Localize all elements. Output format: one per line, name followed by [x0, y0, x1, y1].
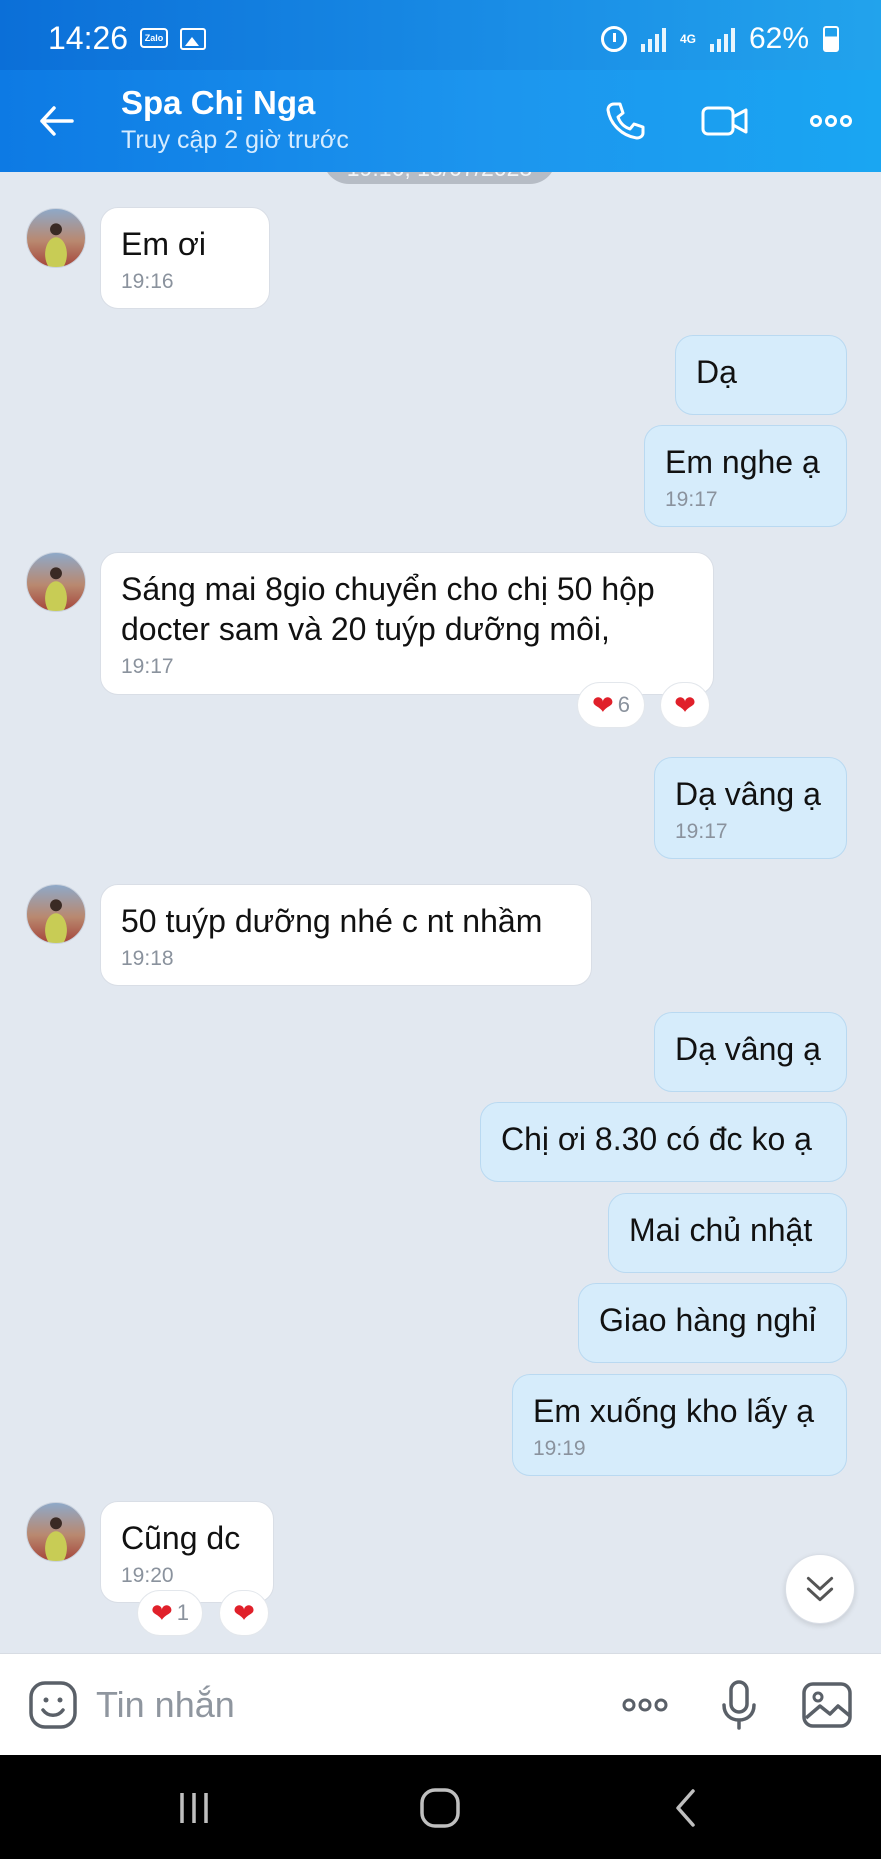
scroll-down-icon[interactable] — [785, 1554, 855, 1624]
message-outgoing[interactable]: Dạ vâng ạ 19:17 — [654, 757, 847, 859]
add-reaction-button[interactable]: ❤ — [660, 682, 710, 728]
message-outgoing[interactable]: Dạ — [675, 335, 847, 415]
message-text: Dạ vâng ạ — [675, 776, 821, 812]
chat-header: Spa Chị Nga Truy cập 2 giờ trước — [0, 70, 881, 172]
message-incoming[interactable]: 50 tuýp dưỡng nhé c nt nhầm 19:18 — [100, 884, 592, 986]
signal-icon-2 — [709, 26, 735, 52]
message-text: Chị ơi 8.30 có đc ko ạ — [501, 1121, 812, 1157]
message-time: 19:17 — [665, 488, 718, 511]
back-arrow-icon[interactable] — [34, 98, 80, 144]
battery-icon — [823, 26, 839, 52]
date-divider: 19:16, 18/07/2023 — [323, 172, 556, 184]
message-incoming[interactable]: Em ơi 19:16 — [100, 207, 270, 309]
signal-icon — [640, 26, 666, 52]
message-incoming[interactable]: Cũng dc 19:20 — [100, 1501, 274, 1603]
reaction-summary[interactable]: ❤ 1 — [137, 1590, 203, 1636]
message-text: Cũng dc — [121, 1520, 241, 1556]
mobile-data-icon: 4G — [679, 31, 696, 46]
message-time: 19:16 — [121, 270, 174, 293]
contact-last-seen: Truy cập 2 giờ trước — [121, 126, 349, 154]
message-text: Em ơi — [121, 226, 206, 262]
phone-icon[interactable] — [600, 96, 650, 146]
message-outgoing[interactable]: Em xuống kho lấy ạ 19:19 — [512, 1374, 847, 1476]
sticker-icon[interactable] — [26, 1678, 80, 1732]
microphone-icon[interactable] — [712, 1678, 766, 1732]
message-text: Mai chủ nhật — [629, 1212, 813, 1248]
message-time: 19:18 — [121, 947, 174, 970]
message-text-line: Sáng mai 8gio chuyển cho chị 50 hộp — [121, 571, 655, 607]
message-text: Em nghe ạ — [665, 444, 820, 480]
message-text: Dạ — [696, 354, 737, 390]
heart-icon: ❤ — [233, 1598, 255, 1628]
more-dots-icon[interactable] — [618, 1678, 672, 1732]
status-bar: 14:26 Zalo 4G 62% — [0, 0, 881, 70]
reaction-count: 6 — [617, 692, 631, 717]
chat-screen: 14:26 Zalo 4G 62% Spa Chị Nga Truy cập 2… — [0, 0, 881, 1859]
message-time: 19:20 — [121, 1564, 174, 1587]
status-time: 14:26 — [48, 20, 129, 56]
reaction-summary[interactable]: ❤ 6 — [577, 682, 645, 728]
message-outgoing[interactable]: Chị ơi 8.30 có đc ko ạ — [480, 1102, 847, 1182]
video-call-icon[interactable] — [700, 96, 750, 146]
gallery-notification-icon — [180, 28, 206, 50]
heart-icon: ❤ — [674, 690, 696, 720]
message-outgoing[interactable]: Giao hàng nghỉ — [578, 1283, 847, 1363]
more-options-icon[interactable] — [806, 96, 856, 146]
heart-icon: ❤ — [591, 690, 614, 720]
message-outgoing[interactable]: Em nghe ạ 19:17 — [644, 425, 847, 527]
message-time: 19:17 — [675, 820, 728, 843]
contact-avatar[interactable] — [26, 552, 86, 612]
message-list[interactable]: 19:16, 18/07/2023 Em ơi 19:16 Dạ Em nghe… — [0, 172, 881, 1653]
status-right-group: 4G 62% — [600, 22, 839, 56]
nav-back-icon[interactable] — [660, 1781, 714, 1835]
add-reaction-button[interactable]: ❤ — [219, 1590, 269, 1636]
home-icon[interactable] — [413, 1781, 467, 1835]
message-composer — [0, 1653, 881, 1755]
contact-avatar[interactable] — [26, 1502, 86, 1562]
reaction-count: 1 — [176, 1600, 190, 1625]
message-outgoing[interactable]: Dạ vâng ạ — [654, 1012, 847, 1092]
battery-percent: 62% — [748, 22, 809, 55]
message-incoming[interactable]: Sáng mai 8gio chuyển cho chị 50 hộp doct… — [100, 552, 714, 695]
message-time: 19:17 — [121, 655, 174, 678]
heart-icon: ❤ — [150, 1598, 173, 1628]
contact-avatar[interactable] — [26, 208, 86, 268]
zalo-notification-icon: Zalo — [140, 28, 168, 48]
system-navigation-bar — [0, 1755, 881, 1859]
recent-apps-icon[interactable] — [167, 1781, 221, 1835]
message-text: Giao hàng nghỉ — [599, 1302, 817, 1338]
contact-name[interactable]: Spa Chị Nga — [121, 84, 315, 122]
message-text: Dạ vâng ạ — [675, 1031, 821, 1067]
contact-avatar[interactable] — [26, 884, 86, 944]
alarm-icon — [600, 26, 627, 52]
message-text: 50 tuýp dưỡng nhé c nt nhầm — [121, 903, 543, 939]
message-time: 19:19 — [533, 1437, 586, 1460]
message-text: Em xuống kho lấy ạ — [533, 1393, 815, 1429]
message-outgoing[interactable]: Mai chủ nhật — [608, 1193, 847, 1273]
message-text-line: docter sam và 20 tuýp dưỡng môi, — [121, 611, 610, 647]
message-input[interactable] — [96, 1678, 596, 1732]
image-gallery-icon[interactable] — [800, 1678, 854, 1732]
